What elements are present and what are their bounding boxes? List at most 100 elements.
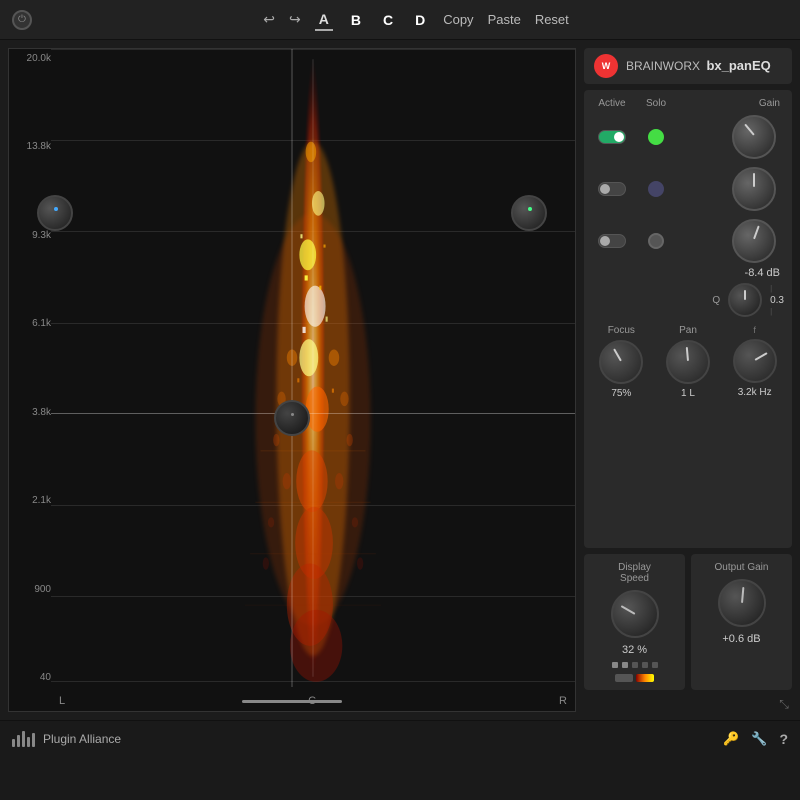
col-empty (680, 98, 720, 109)
pan-knob[interactable] (666, 340, 710, 384)
band1-gain-knob[interactable] (732, 115, 776, 159)
color-swatches (615, 674, 654, 682)
pan-indicator (686, 347, 689, 361)
pan-value: 1 L (681, 388, 695, 399)
speed-bar-3 (632, 662, 638, 668)
power-button[interactable]: ⏻ (12, 10, 32, 30)
freq-labels: 20.0k 13.8k 9.3k 6.1k 3.8k 2.1k 900 40 (9, 49, 51, 687)
freq-control: f 3.2k Hz (725, 325, 784, 399)
freq-40: 40 (13, 672, 51, 683)
output-gain-indicator (741, 587, 744, 603)
band3-active-toggle[interactable] (598, 234, 626, 248)
right-panel: W BRAINWORX bx_panEQ Active Solo Gain (580, 40, 800, 720)
plugin-alliance-logo: Plugin Alliance (12, 731, 121, 747)
eq-knob-right[interactable] (511, 195, 547, 231)
spectrum-display (51, 49, 575, 687)
resize-handle[interactable]: ⤡ (776, 696, 792, 712)
band1-solo-button[interactable] (648, 129, 664, 145)
output-gain-knob[interactable] (718, 579, 766, 627)
band2-gain-knob[interactable] (732, 167, 776, 211)
band-row-3 (592, 219, 784, 263)
freq-2k: 2.1k (13, 495, 51, 506)
freq-900: 900 (13, 584, 51, 595)
speed-bar-1 (612, 662, 618, 668)
q-value: 0.3 (770, 295, 784, 306)
paste-button[interactable]: Paste (488, 12, 521, 27)
focus-indicator (613, 348, 622, 361)
band2-solo-button[interactable] (648, 181, 664, 197)
fpf-row: Focus 75% Pan 1 L f (592, 325, 784, 399)
freq-9k: 9.3k (13, 230, 51, 241)
copy-button[interactable]: Copy (443, 12, 473, 27)
freq-13k: 13.8k (13, 141, 51, 152)
freq-3k: 3.8k (13, 407, 51, 418)
focus-knob[interactable] (599, 340, 643, 384)
band3-gain-knob[interactable] (732, 219, 776, 263)
eq-bands-panel: Active Solo Gain (584, 90, 792, 548)
col-solo: Solo (636, 98, 676, 109)
pan-label: Pan (679, 325, 697, 336)
col-gain: Gain (724, 98, 784, 109)
speed-bar-5 (652, 662, 658, 668)
settings-icon[interactable]: 🔧 (751, 731, 767, 747)
bottom-bar: Plugin Alliance 🔑 🔧 ? (0, 720, 800, 756)
band2-active-toggle[interactable] (598, 182, 626, 196)
pa-bar-4 (27, 737, 30, 747)
q-knob[interactable] (728, 283, 762, 317)
help-icon[interactable]: ? (779, 731, 788, 747)
output-gain-label: Output Gain (715, 562, 769, 573)
key-icon[interactable]: 🔑 (723, 731, 739, 747)
q-label: Q (712, 295, 720, 306)
pan-label-r: R (559, 695, 567, 707)
output-gain-box: Output Gain +0.6 dB (691, 554, 792, 690)
eq-display[interactable]: 20.0k 13.8k 9.3k 6.1k 3.8k 2.1k 900 40 (8, 48, 576, 712)
freq-value: 3.2k Hz (738, 387, 772, 398)
focus-value: 75% (611, 388, 631, 399)
plugin-name: bx_panEQ (706, 58, 770, 73)
brand-header: W BRAINWORX bx_panEQ (584, 48, 792, 84)
gain-value-display: -8.4 dB (592, 267, 784, 279)
main-area: 20.0k 13.8k 9.3k 6.1k 3.8k 2.1k 900 40 (0, 40, 800, 720)
brand-logo: W (594, 54, 618, 78)
freq-20k: 20.0k (13, 53, 51, 64)
swatch-gray[interactable] (615, 674, 633, 682)
freq-label: f (753, 325, 756, 335)
top-bar: ⏻ ↩ ↪ A B C D Copy Paste Reset (0, 0, 800, 40)
freq-6k: 6.1k (13, 318, 51, 329)
eq-knob-center-indicator (291, 413, 294, 416)
display-speed-indicator (620, 605, 635, 615)
band3-solo-button[interactable] (648, 233, 664, 249)
pan-selector[interactable] (242, 700, 342, 703)
pa-bar-3 (22, 731, 25, 747)
plugin-alliance-text: Plugin Alliance (43, 732, 121, 746)
preset-d-button[interactable]: D (411, 10, 429, 30)
reset-button[interactable]: Reset (535, 12, 569, 27)
freq-knob[interactable] (733, 339, 777, 383)
display-speed-knob[interactable] (611, 590, 659, 638)
freq-indicator (754, 352, 767, 361)
speed-bar-2 (622, 662, 628, 668)
band-row-1 (592, 115, 784, 159)
q-section: Q | 0.3 | (592, 283, 784, 317)
display-speed-value: 32 % (622, 644, 647, 656)
redo-button[interactable]: ↪ (289, 11, 301, 28)
preset-a-button[interactable]: A (315, 9, 333, 31)
pan-label-l: L (59, 695, 65, 707)
preset-c-button[interactable]: C (379, 10, 397, 30)
pan-control: Pan 1 L (659, 325, 718, 399)
output-gain-value: +0.6 dB (722, 633, 760, 645)
band1-active-toggle[interactable] (598, 130, 626, 144)
preset-b-button[interactable]: B (347, 10, 365, 30)
top-controls: ↩ ↪ A B C D Copy Paste Reset (263, 9, 569, 31)
band1-gain-indicator (744, 124, 755, 136)
focus-control: Focus 75% (592, 325, 651, 399)
pa-icon (12, 731, 35, 747)
col-active: Active (592, 98, 632, 109)
eq-knob-left-indicator (54, 207, 58, 211)
swatch-fire[interactable] (636, 674, 654, 682)
undo-button[interactable]: ↩ (263, 11, 275, 28)
pa-bar-5 (32, 733, 35, 747)
eq-knob-center[interactable] (274, 400, 310, 436)
bands-header: Active Solo Gain (592, 98, 784, 109)
band3-gain-indicator (753, 226, 760, 240)
